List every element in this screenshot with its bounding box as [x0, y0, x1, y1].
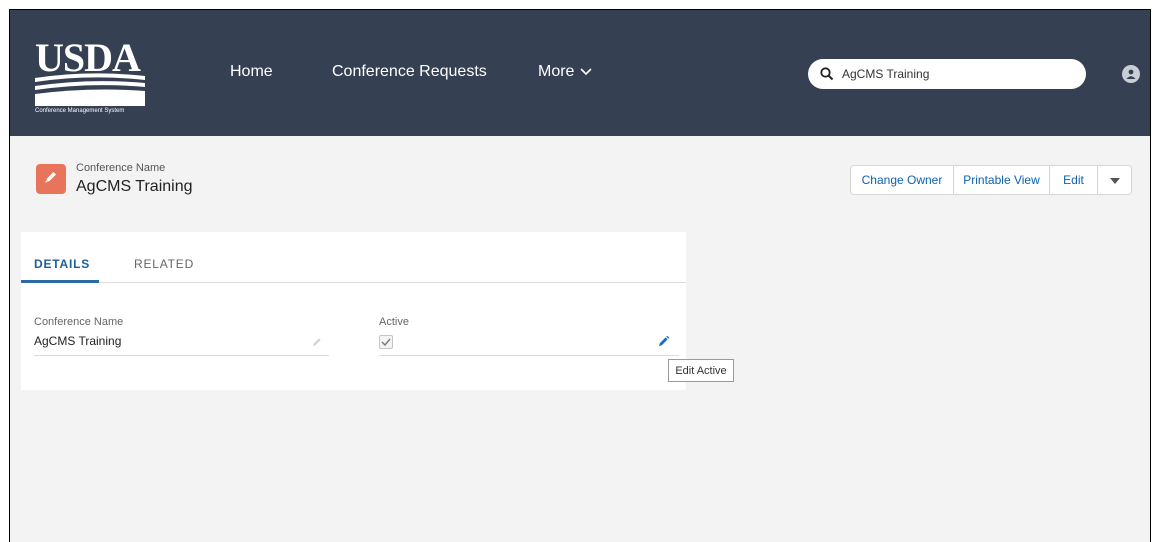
search-icon	[820, 66, 836, 82]
search-input[interactable]	[842, 67, 1062, 81]
active-tab-indicator	[21, 280, 99, 283]
tab-related[interactable]: RELATED	[134, 257, 194, 271]
record-detail-panel: DETAILS RELATED Conference Name AgCMS Tr…	[21, 232, 686, 390]
field-divider	[34, 355, 329, 356]
nav-home[interactable]: Home	[230, 63, 273, 81]
change-owner-button[interactable]: Change Owner	[851, 166, 954, 194]
user-avatar-icon[interactable]	[1122, 65, 1140, 83]
edit-conference-name-pencil-icon[interactable]	[311, 335, 323, 353]
record-actions: Change Owner Printable View Edit	[850, 165, 1132, 195]
active-checkbox	[379, 335, 393, 349]
logo-swoosh-graphic	[35, 73, 145, 106]
field-divider	[379, 355, 679, 356]
checkmark-icon	[381, 333, 391, 351]
active-label: Active	[379, 316, 409, 328]
printable-view-button[interactable]: Printable View	[954, 166, 1050, 194]
record-tabs: DETAILS RELATED	[21, 232, 686, 283]
nav-conference-requests[interactable]: Conference Requests	[332, 63, 487, 81]
global-search[interactable]	[808, 59, 1086, 89]
conference-name-value: AgCMS Training	[34, 334, 122, 348]
edit-active-pencil-icon[interactable]	[657, 335, 670, 353]
edit-button[interactable]: Edit	[1050, 166, 1098, 194]
usda-logo[interactable]: USDA Conference Management System	[35, 38, 155, 120]
nav-more-label: More	[538, 63, 575, 80]
edit-active-tooltip: Edit Active	[668, 359, 734, 382]
record-type-label: Conference Name	[76, 162, 166, 174]
caret-down-icon	[1109, 173, 1120, 187]
conference-name-label: Conference Name	[34, 316, 124, 328]
app-frame: USDA Conference Management System Home C…	[9, 9, 1151, 542]
record-type-icon	[36, 164, 66, 194]
tab-details[interactable]: DETAILS	[34, 257, 90, 271]
more-actions-button[interactable]	[1098, 166, 1131, 194]
record-title: AgCMS Training	[76, 178, 193, 195]
pencil-icon	[43, 169, 59, 190]
chevron-down-icon	[580, 63, 593, 81]
logo-subtitle: Conference Management System	[35, 108, 125, 114]
nav-more[interactable]: More	[538, 63, 593, 81]
global-header: USDA Conference Management System Home C…	[10, 10, 1150, 136]
